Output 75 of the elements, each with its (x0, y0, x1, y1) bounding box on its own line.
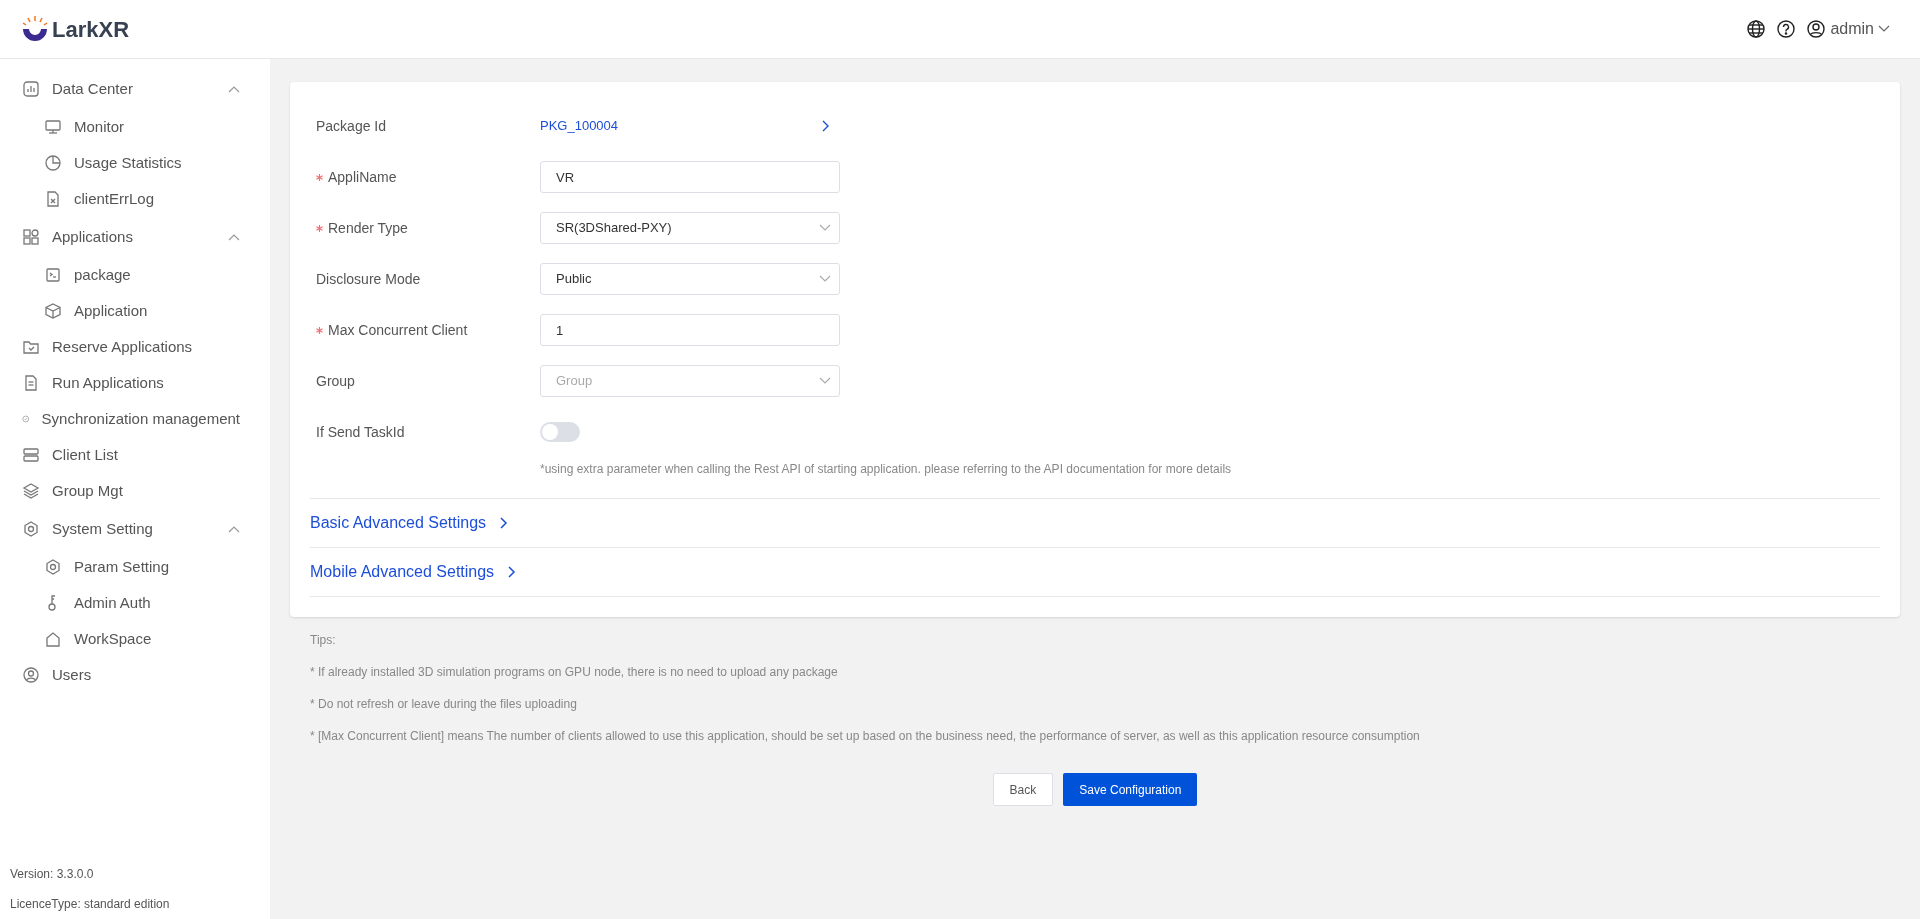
field-label: AppliName (310, 166, 540, 188)
caret-icon (1878, 25, 1890, 33)
field-label: If Send TaskId (315, 422, 406, 442)
tip-text: * If already installed 3D simulation programs on GPU node, there is no need to upload any package (310, 664, 839, 681)
globe-icon[interactable] (1746, 19, 1767, 39)
logo-text: LarkXR (52, 15, 130, 44)
logo-icon (20, 15, 50, 43)
chart-icon (22, 80, 40, 98)
settings-icon (22, 520, 40, 538)
tip-text: Tips: (310, 632, 337, 649)
select-field[interactable]: SR(3DShared-PXY) (540, 212, 840, 244)
settings-icon (44, 558, 62, 576)
field-label: Group (315, 371, 356, 391)
chevron-icon (500, 517, 509, 529)
chevron-right-icon[interactable] (822, 120, 830, 132)
tip-text: * Do not refresh or leave during the files uploading (310, 696, 578, 713)
sidebar-item[interactable]: Data Center (0, 71, 270, 107)
sidebar-subitem[interactable]: Application (0, 293, 270, 329)
toggle-switch[interactable] (540, 422, 580, 442)
sidebar-subitem[interactable]: Param Setting (0, 549, 270, 585)
user-icon (22, 666, 40, 684)
cube-icon (44, 302, 62, 320)
sidebar-footer-text: Version: 3.3.0.0 (10, 866, 95, 883)
sidebar-item[interactable]: Group Mgt (0, 473, 270, 509)
document-icon (22, 374, 40, 392)
section-toggle[interactable]: Basic Advanced Settings (310, 511, 509, 535)
field-label: Max Concurrent Client (310, 319, 540, 341)
dropdown-caret-icon (819, 377, 831, 385)
field-note: *using extra parameter when calling the Rest API of starting application. please referring to the API documentation for more details (539, 461, 1233, 478)
terminal-icon (44, 266, 62, 284)
sidebar-footer-text: LicenceType: standard edition (10, 896, 171, 913)
select-field[interactable]: Public (540, 263, 840, 295)
field-label: Package Id (315, 116, 388, 136)
house-icon (44, 630, 62, 648)
file-icon (44, 190, 62, 208)
sidebar-subitem[interactable]: package (0, 257, 270, 293)
sidebar-subitem[interactable]: Admin Auth (0, 585, 270, 621)
user-icon (1806, 19, 1827, 39)
sidebar-subitem[interactable]: Usage Statistics (0, 145, 270, 181)
chevron-icon (228, 233, 240, 241)
sidebar-item[interactable]: Applications (0, 219, 270, 255)
required-asterisk-icon (316, 224, 323, 232)
sidebar-item[interactable]: Users (0, 657, 270, 693)
input-field[interactable]: VR (540, 161, 840, 193)
sidebar-subitem[interactable]: clientErrLog (0, 181, 270, 217)
sidebar-item[interactable]: Run Applications (0, 365, 270, 401)
server-icon (22, 446, 40, 464)
back-button[interactable]: Back (992, 773, 1054, 806)
sidebar-item[interactable]: Synchronization management (0, 401, 270, 437)
input-field[interactable]: 1 (540, 314, 840, 346)
save-button[interactable]: Save Configuration (1063, 773, 1198, 806)
monitor-icon (44, 118, 62, 136)
dropdown-caret-icon (819, 224, 831, 232)
layers-icon (22, 482, 40, 500)
package-link[interactable]: PKG_100004 (540, 116, 619, 136)
sidebar-subitem[interactable]: Monitor (0, 109, 270, 145)
sidebar-item[interactable]: Client List (0, 437, 270, 473)
pie-chart-icon (44, 154, 62, 172)
grid-icon (22, 228, 40, 246)
sidebar-subitem[interactable]: WorkSpace (0, 621, 270, 657)
dropdown-caret-icon (819, 275, 831, 283)
user-menu[interactable]: admin (1806, 17, 1890, 41)
required-asterisk-icon (316, 173, 323, 181)
required-asterisk-icon (316, 326, 323, 334)
chevron-icon (228, 85, 240, 93)
chevron-icon (228, 525, 240, 533)
sidebar-item[interactable]: System Setting (0, 511, 270, 547)
tip-text: * [Max Concurrent Client] means The number of clients allowed to use this application, should be set up based on the business need, the performance of server, as well as this application resource consumption (310, 728, 1421, 745)
section-toggle[interactable]: Mobile Advanced Settings (310, 560, 517, 584)
sidebar-item[interactable]: Reserve Applications (0, 329, 270, 365)
help-icon[interactable] (1776, 19, 1797, 39)
folder-icon (22, 338, 40, 356)
field-label: Disclosure Mode (315, 269, 422, 289)
field-label: Render Type (310, 217, 540, 239)
chevron-icon (508, 566, 517, 578)
